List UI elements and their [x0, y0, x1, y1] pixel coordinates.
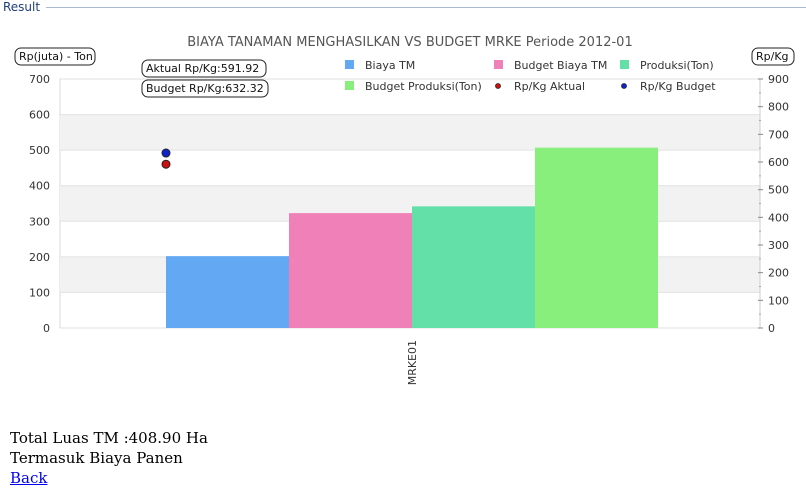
left-axis-label: Rp(juta) - Ton [14, 47, 96, 66]
right-tick-label: 300 [768, 239, 789, 252]
left-tick-label: 200 [29, 251, 50, 264]
right-axis-label: Rp/Kg [751, 47, 795, 66]
right-tick-label: 200 [768, 267, 789, 280]
legend-label: Budget Produksi(Ton) [365, 80, 482, 93]
left-tick-label: 300 [29, 215, 50, 228]
right-tick-label: 0 [768, 322, 775, 335]
left-tick-label: 0 [43, 322, 50, 335]
legend-item: Biaya TM [345, 59, 415, 72]
grid-band [60, 114, 760, 151]
legend-swatch [495, 83, 501, 89]
footer: Total Luas TM :408.90 Ha Termasuk Biaya … [10, 428, 208, 488]
point-rp-kg-budget [161, 148, 171, 158]
legend-swatch [494, 60, 503, 69]
legend-label: Rp/Kg Budget [640, 80, 716, 93]
legend-label: Biaya TM [365, 59, 415, 72]
right-tick-label: 400 [768, 211, 789, 224]
legend-item: Produksi(Ton) [620, 59, 714, 72]
right-tick-label: 700 [768, 128, 789, 141]
right-tick-label: 600 [768, 156, 789, 169]
point-rp-kg-aktual [161, 159, 171, 169]
legend-label: Produksi(Ton) [640, 59, 714, 72]
bar-produksi-ton- [412, 206, 535, 328]
left-tick-label: 700 [29, 73, 50, 86]
annotation-budget: Budget Rp/Kg:632.32 [141, 79, 269, 98]
bar-budget-produksi-ton- [535, 147, 658, 328]
left-tick-label: 100 [29, 286, 50, 299]
right-tick-label: 900 [768, 73, 789, 86]
right-axis-label-text: Rp/Kg [756, 50, 789, 63]
legend-swatch [621, 83, 627, 89]
annotation-budget-text: Budget Rp/Kg:632.32 [146, 82, 264, 95]
back-link[interactable]: Back [10, 469, 47, 487]
category-label: MRKE01 [406, 340, 419, 385]
legend-label: Rp/Kg Aktual [514, 80, 585, 93]
right-tick-label: 100 [768, 294, 789, 307]
bar-biaya-tm [166, 256, 289, 328]
legend-swatch [345, 81, 354, 90]
left-tick-label: 500 [29, 144, 50, 157]
legend-swatch [345, 60, 354, 69]
legend-item: Budget Biaya TM [494, 59, 607, 72]
annotation-aktual-text: Aktual Rp/Kg:591.92 [146, 62, 259, 75]
right-tick-label: 800 [768, 101, 789, 114]
total-luas-text: Total Luas TM :408.90 Ha [10, 429, 208, 447]
chart: 0 100 200 300 400 500 600 700 0 100 200 300 400 500 60… [14, 35, 795, 385]
right-tick-label: 500 [768, 184, 789, 197]
legend-swatch [620, 60, 629, 69]
left-tick-label: 400 [29, 180, 50, 193]
chart-title: BIAYA TANAMAN MENGHASILKAN VS BUDGET MRK… [187, 35, 632, 50]
left-axis-label-text: Rp(juta) - Ton [19, 50, 93, 63]
note-text: Termasuk Biaya Panen [10, 449, 183, 467]
bar-budget-biaya-tm [289, 213, 412, 328]
left-tick-label: 600 [29, 109, 50, 122]
legend-label: Budget Biaya TM [514, 59, 607, 72]
legend-item: Budget Produksi(Ton) [345, 80, 482, 93]
annotation-aktual: Aktual Rp/Kg:591.92 [141, 59, 267, 78]
